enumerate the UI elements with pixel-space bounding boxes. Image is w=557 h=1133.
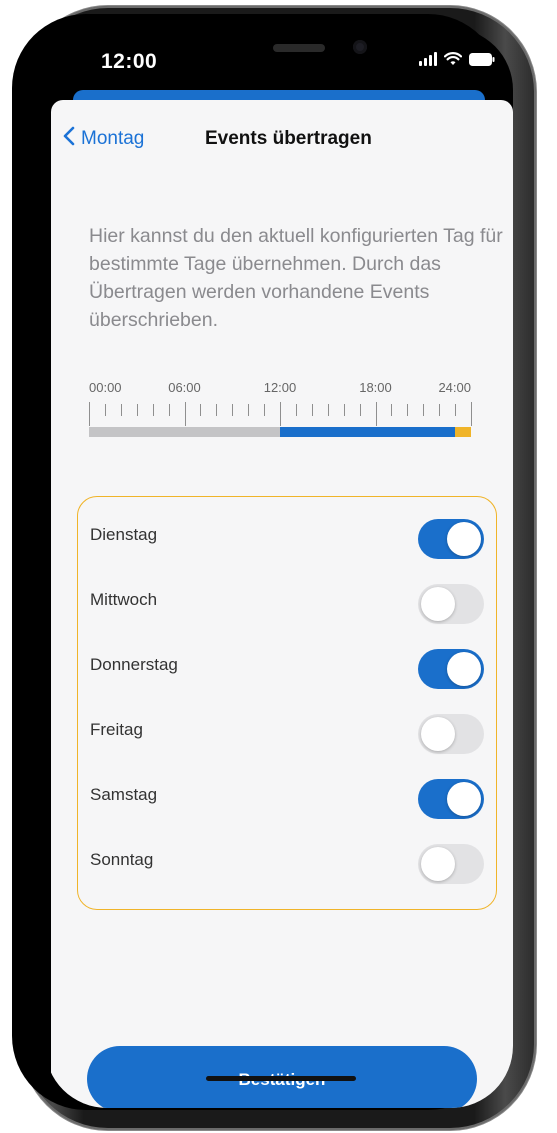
timeline-tick (184, 402, 186, 426)
timeline-label: 06:00 (168, 380, 201, 395)
page-title: Events übertragen (205, 128, 372, 149)
timeline-tick (216, 404, 218, 416)
day-row: Freitag (78, 698, 496, 762)
toggle-knob (421, 717, 455, 751)
timeline-label: 18:00 (359, 380, 392, 395)
phone-screen: 12:00 Montag Events übertragen Hier kann… (45, 28, 513, 1108)
timeline-tick (89, 402, 90, 426)
timeline-tick (375, 402, 377, 426)
day-label: Mittwoch (90, 590, 158, 609)
speaker-grille (273, 44, 325, 52)
timeline-tick (295, 404, 297, 416)
timeline-tick (343, 404, 345, 416)
day-toggle[interactable] (418, 584, 484, 624)
timeline-tick (439, 404, 441, 416)
timeline-bar (89, 427, 471, 437)
day-toggle[interactable] (418, 714, 484, 754)
wifi-icon (444, 52, 462, 66)
timeline-tick (471, 402, 472, 426)
day-toggle[interactable] (418, 649, 484, 689)
nav-bar: Montag Events übertragen (51, 100, 513, 180)
timeline-tick (311, 404, 313, 416)
timeline-tick (264, 404, 266, 416)
timeline-tick (280, 402, 281, 426)
timeline-tick (120, 404, 122, 416)
day-toggle[interactable] (418, 844, 484, 884)
day-label: Dienstag (90, 525, 158, 544)
day-label: Samstag (90, 785, 158, 804)
notch (173, 28, 435, 74)
front-camera (353, 40, 367, 54)
timeline-segment (280, 427, 456, 437)
back-button[interactable]: Montag (63, 126, 144, 152)
battery-icon (469, 52, 495, 66)
timeline-tick (232, 404, 234, 416)
day-selection-list: Dienstag Mittwoch Donnerstag Freitag Samstag… (77, 496, 497, 910)
back-label: Montag (81, 128, 145, 149)
timeline-tick (327, 404, 329, 416)
timeline-tick (168, 404, 170, 416)
toggle-knob (447, 782, 481, 816)
day-label: Sonntag (90, 850, 154, 869)
status-icons (419, 52, 495, 66)
chevron-left-icon (63, 126, 75, 152)
phone-mockup: 12:00 Montag Events übertragen Hier kann… (0, 0, 557, 1133)
day-row: Mittwoch (78, 568, 496, 632)
day-toggle[interactable] (418, 779, 484, 819)
day-row: Sonntag (78, 828, 496, 892)
day-row: Samstag (78, 763, 496, 827)
timeline-tick (152, 404, 154, 416)
day-label: Donnerstag (90, 655, 178, 674)
timeline-segment (89, 427, 280, 437)
timeline-label: 00:00 (89, 380, 122, 395)
timeline-label: 24:00 (438, 380, 471, 395)
day-row: Dienstag (78, 503, 496, 567)
day-timeline: 00:00 06:00 12:00 18:00 24:00 (89, 380, 513, 444)
app-sheet: Montag Events übertragen Hier kannst du … (51, 100, 513, 1108)
signal-icon (419, 52, 437, 66)
toggle-knob (421, 847, 455, 881)
timeline-label: 12:00 (263, 380, 297, 395)
toggle-knob (447, 522, 481, 556)
toggle-knob (421, 587, 455, 621)
timeline-tick (391, 404, 393, 416)
timeline-tick (407, 404, 409, 416)
timeline-tick (248, 404, 250, 416)
timeline-tick (455, 404, 457, 416)
day-label: Freitag (90, 720, 143, 739)
status-time: 12:00 (101, 50, 158, 73)
home-indicator (206, 1076, 356, 1081)
day-row: Donnerstag (78, 633, 496, 697)
timeline-tick (136, 404, 138, 416)
timeline-tick (359, 404, 361, 416)
timeline-tick (104, 404, 106, 416)
toggle-knob (447, 652, 481, 686)
day-toggle[interactable] (418, 519, 484, 559)
timeline-tick (200, 404, 202, 416)
timeline-tick (423, 404, 425, 416)
timeline-segment (455, 427, 471, 437)
description-text: Hier kannst du den aktuell konfigurierte… (89, 225, 503, 331)
